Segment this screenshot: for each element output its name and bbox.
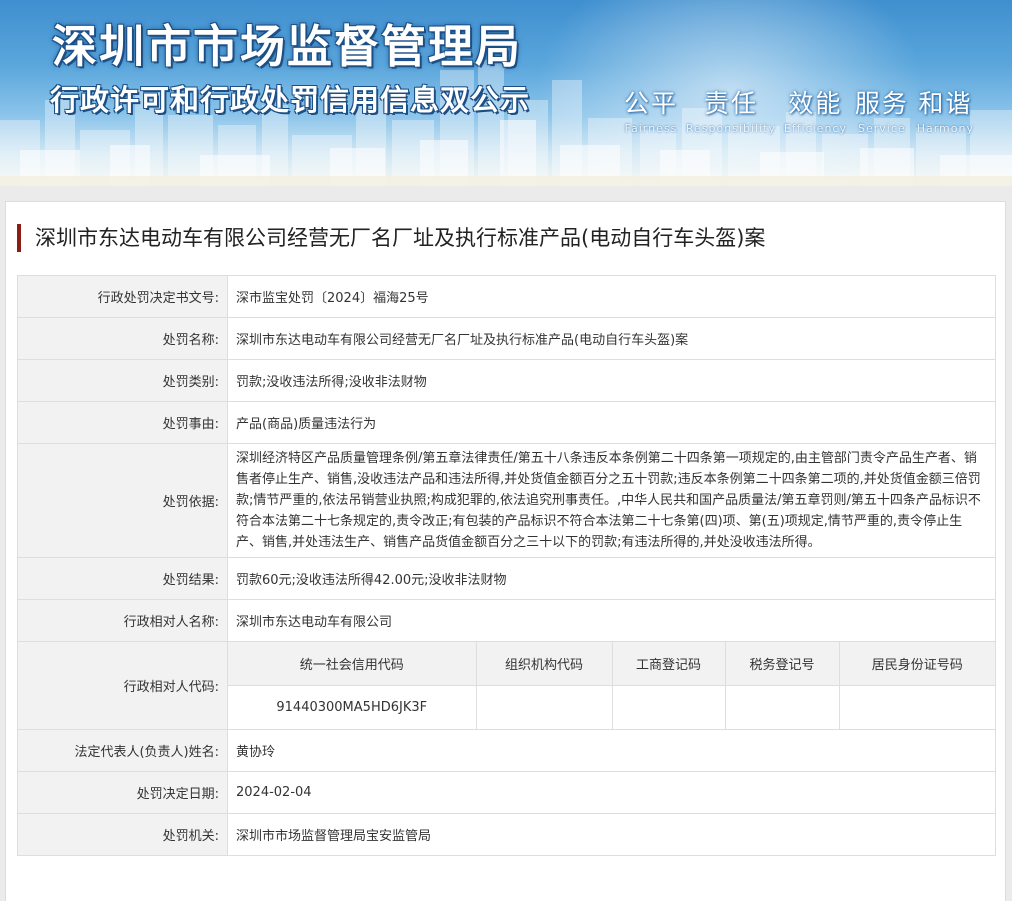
tax-reg-number: [725, 685, 840, 729]
code-header: 组织机构代码: [476, 642, 613, 686]
table-row: 行政处罚决定书文号: 深市监宝处罚〔2024〕福海25号: [17, 275, 996, 318]
slogan-en: Harmony: [916, 122, 974, 135]
table-row: 处罚类别: 罚款;没收违法所得;没收非法财物: [17, 359, 996, 402]
code-header: 统一社会信用代码: [228, 642, 477, 686]
penalty-basis: 深圳经济特区产品质量管理条例/第五章法律责任/第五十八条违反本条例第二十四条第一…: [227, 443, 996, 558]
table-row: 处罚名称: 深圳市东达电动车有限公司经营无厂名厂址及执行标准产品(电动自行车头盔…: [17, 317, 996, 360]
site-banner: 深圳市市场监督管理局 行政许可和行政处罚信用信息双公示 公平 Fairness …: [0, 0, 1012, 186]
field-label: 处罚决定日期:: [17, 771, 228, 814]
slogan-en: Responsibility: [685, 122, 776, 135]
business-reg-code: [612, 685, 726, 729]
slogan-cn: 责任: [703, 89, 758, 118]
field-label: 处罚名称:: [17, 317, 228, 360]
table-row: 处罚依据: 深圳经济特区产品质量管理条例/第五章法律责任/第五十八条违反本条例第…: [17, 443, 996, 558]
unified-credit-code: 91440300MA5HD6JK3F: [228, 685, 477, 729]
code-header-row: 统一社会信用代码 组织机构代码 工商登记码 税务登记号 居民身份证号码: [228, 642, 995, 686]
slogan-efficiency: 效能 Efficiency: [784, 84, 847, 135]
table-row: 法定代表人(负责人)姓名: 黄协玲: [17, 729, 996, 772]
slogan-en: Efficiency: [783, 122, 847, 135]
table-row: 行政相对人名称: 深圳市东达电动车有限公司: [17, 599, 996, 642]
slogan-cn: 服务: [854, 89, 909, 118]
decision-doc-number: 深市监宝处罚〔2024〕福海25号: [227, 275, 996, 318]
penalty-category: 罚款;没收违法所得;没收非法财物: [227, 359, 996, 402]
slogan-cn: 和谐: [918, 89, 973, 118]
field-label: 处罚机关:: [17, 813, 228, 856]
field-label: 处罚事由:: [17, 401, 228, 444]
penalty-authority: 深圳市市场监督管理局宝安监管局: [227, 813, 996, 856]
resident-id-number: [839, 686, 995, 730]
field-label: 行政相对人名称:: [17, 599, 228, 642]
party-code-table: 统一社会信用代码 组织机构代码 工商登记码 税务登记号 居民身份证号码 9144…: [228, 642, 995, 729]
field-label: 行政相对人代码:: [17, 641, 228, 730]
table-row: 处罚事由: 产品(商品)质量违法行为: [17, 401, 996, 444]
code-value-row: 91440300MA5HD6JK3F: [228, 685, 995, 730]
code-header: 税务登记号: [725, 642, 840, 686]
field-label: 处罚依据:: [17, 443, 228, 558]
table-row: 处罚决定日期: 2024-02-04: [17, 771, 996, 814]
party-code-cell: 统一社会信用代码 组织机构代码 工商登记码 税务登记号 居民身份证号码 9144…: [227, 641, 996, 730]
banner-subtitle: 行政许可和行政处罚信用信息双公示: [50, 83, 531, 117]
penalty-reason: 产品(商品)质量违法行为: [227, 401, 996, 444]
banner-title: 深圳市市场监督管理局: [52, 20, 523, 73]
field-label: 处罚结果:: [17, 557, 228, 600]
field-label: 行政处罚决定书文号:: [17, 275, 228, 318]
slogan-cn: 公平: [624, 89, 679, 118]
field-label: 法定代表人(负责人)姓名:: [17, 729, 228, 772]
party-name: 深圳市东达电动车有限公司: [227, 599, 996, 642]
slogan-service: 服务 Service: [855, 84, 909, 135]
code-header: 工商登记码: [612, 642, 726, 686]
decision-date: 2024-02-04: [227, 771, 996, 814]
table-row: 行政相对人代码: 统一社会信用代码 组织机构代码 工商登记码 税务登记号 居民身…: [17, 641, 996, 730]
slogan-harmony: 和谐 Harmony: [917, 84, 974, 135]
slogan-cn: 效能: [788, 89, 843, 118]
penalty-info-table: 行政处罚决定书文号: 深市监宝处罚〔2024〕福海25号 处罚名称: 深圳市东达…: [17, 275, 996, 856]
org-code: [476, 685, 613, 729]
code-header: 居民身份证号码: [839, 642, 995, 686]
legal-representative: 黄协玲: [227, 729, 996, 772]
field-label: 处罚类别:: [17, 359, 228, 402]
slogan-en: Service: [858, 122, 906, 135]
case-detail-panel: 深圳市东达电动车有限公司经营无厂名厂址及执行标准产品(电动自行车头盔)案 行政处…: [5, 201, 1006, 901]
case-title: 深圳市东达电动车有限公司经营无厂名厂址及执行标准产品(电动自行车头盔)案: [17, 224, 765, 252]
table-row: 处罚机关: 深圳市市场监督管理局宝安监管局: [17, 813, 996, 856]
table-row: 处罚结果: 罚款60元;没收违法所得42.00元;没收非法财物: [17, 557, 996, 600]
slogan-fairness: 公平 Fairness: [624, 84, 678, 135]
banner-slogans: 公平 Fairness 责任 Responsibility 效能 Efficie…: [624, 84, 974, 135]
penalty-result: 罚款60元;没收违法所得42.00元;没收非法财物: [227, 557, 996, 600]
penalty-name: 深圳市东达电动车有限公司经营无厂名厂址及执行标准产品(电动自行车头盔)案: [227, 317, 996, 360]
slogan-en: Fairness: [624, 122, 678, 135]
slogan-responsibility: 责任 Responsibility: [686, 84, 776, 135]
